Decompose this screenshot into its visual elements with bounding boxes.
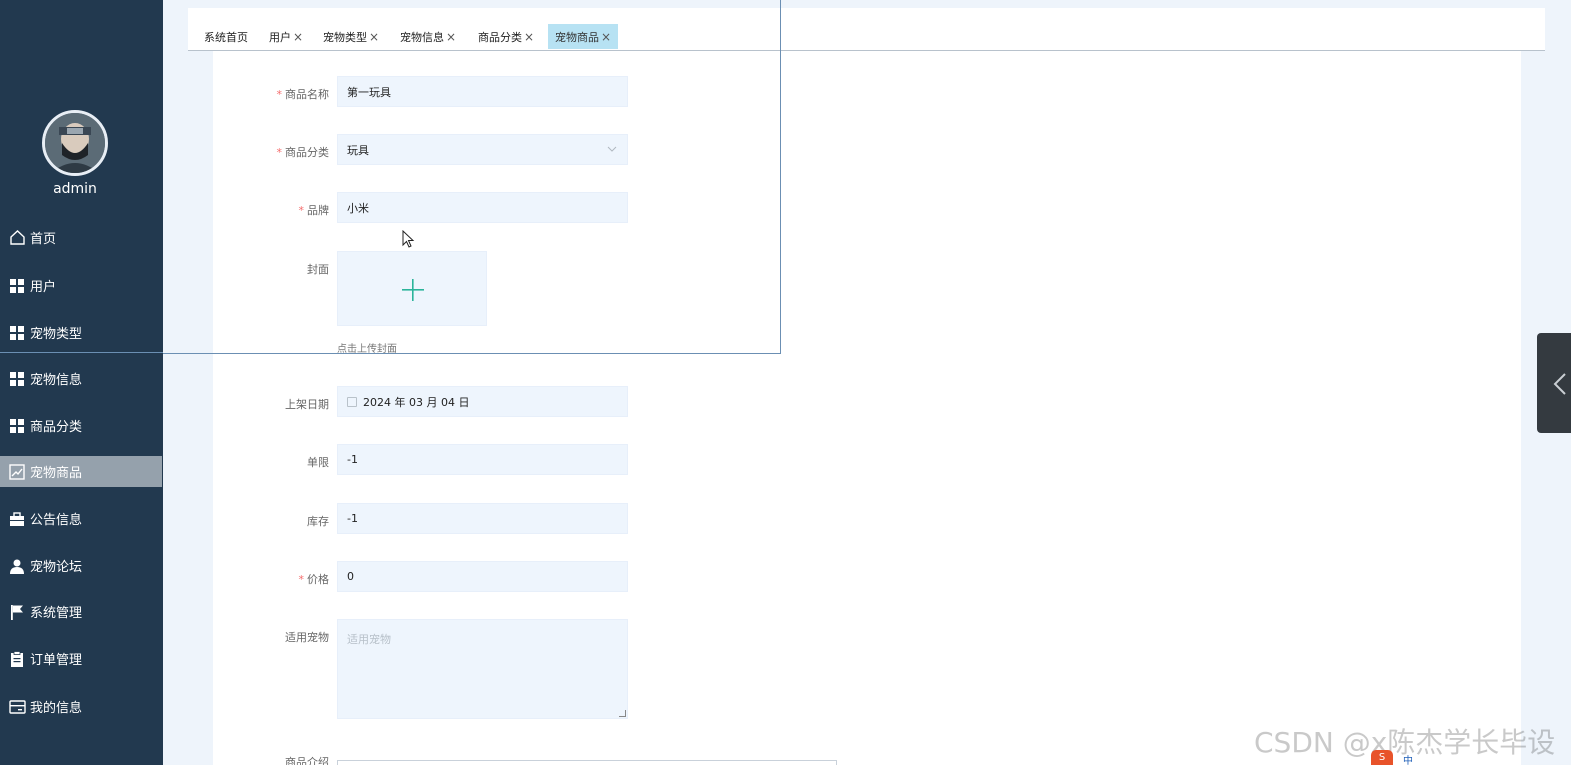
brand-input[interactable]: 小米 — [337, 192, 628, 223]
field-label: * 价格 — [298, 573, 330, 586]
field-label: * 商品分类 — [276, 146, 330, 159]
sidebar-item-label: 首页 — [30, 232, 57, 247]
sidebar: admin 首页 用户 宠物类型 宠物信息 商品分类 宠物商品 公告信息 宠物论… — [0, 0, 163, 765]
tab-pet-info[interactable]: 宠物信息 × — [393, 24, 463, 49]
sidebar-item-label: 宠物信息 — [30, 373, 83, 388]
sidebar-item-label: 宠物论坛 — [30, 560, 83, 575]
chevron-left-icon — [1553, 373, 1566, 395]
cover-upload[interactable] — [337, 251, 487, 326]
avatar[interactable] — [42, 110, 108, 176]
required-mark: * — [276, 146, 283, 159]
field-label: 上架日期 — [285, 398, 329, 411]
chart-icon — [8, 463, 26, 481]
chevron-down-icon — [606, 143, 618, 155]
stock-input[interactable]: -1 — [337, 503, 628, 534]
tab-label: 宠物信息 — [400, 30, 444, 44]
tab-bar: 系统首页 用户 × 宠物类型 × 宠物信息 × 商品分类 × 宠物商品 × — [188, 8, 1545, 51]
tab-label: 商品分类 — [478, 30, 522, 44]
required-mark: * — [276, 88, 283, 101]
briefcase-icon — [8, 510, 26, 528]
screen-selection-edge — [0, 352, 163, 353]
cover-upload-hint: 点击上传封面 — [337, 344, 397, 355]
close-icon[interactable]: × — [601, 30, 611, 44]
tab-product-category[interactable]: 商品分类 × — [471, 24, 541, 49]
product-category-select[interactable]: 玩具 — [337, 134, 628, 165]
flag-icon — [8, 603, 26, 621]
sidebar-item-label: 宠物类型 — [30, 327, 83, 342]
grid-icon — [8, 277, 26, 295]
required-mark: * — [298, 204, 305, 217]
sidebar-item-users[interactable]: 用户 — [0, 270, 163, 301]
listing-date-input[interactable]: 2024 年 03 月 04 日 — [337, 386, 628, 417]
clipboard-icon — [8, 650, 26, 668]
sidebar-item-pet-types[interactable]: 宠物类型 — [0, 317, 163, 348]
tab-home[interactable]: 系统首页 — [197, 24, 255, 49]
product-name-input[interactable]: 第一玩具 — [337, 76, 628, 107]
admin-username: admin — [53, 181, 97, 197]
close-icon[interactable]: × — [446, 30, 456, 44]
tab-pet-types[interactable]: 宠物类型 × — [316, 24, 386, 49]
sidebar-item-home[interactable]: 首页 — [0, 222, 163, 253]
input-method-indicator[interactable]: 中 — [1403, 752, 1413, 765]
sidebar-item-label: 宠物商品 — [30, 466, 83, 481]
system-tray: S 中 — [1371, 750, 1571, 765]
sidebar-item-label: 商品分类 — [30, 420, 83, 435]
sidebar-item-label: 我的信息 — [30, 701, 83, 716]
field-label: * 商品名称 — [276, 88, 330, 101]
price-input[interactable]: 0 — [337, 561, 628, 592]
card-icon — [8, 698, 26, 716]
tab-label: 宠物商品 — [555, 30, 599, 44]
sidebar-item-system[interactable]: 系统管理 — [0, 596, 163, 627]
grid-icon — [8, 324, 26, 342]
tab-label: 宠物类型 — [323, 30, 367, 44]
sidebar-item-label: 公告信息 — [30, 513, 83, 528]
sidebar-item-pet-info[interactable]: 宠物信息 — [0, 363, 163, 394]
product-form-panel: * 商品名称 第一玩具 * 商品分类 玩具 * 品牌 小米 封面 点击上传封面 上架日… — [213, 51, 1521, 765]
close-icon[interactable]: × — [524, 30, 534, 44]
required-mark: * — [298, 573, 305, 586]
mouse-cursor-icon — [402, 230, 415, 248]
sidebar-item-pet-products[interactable]: 宠物商品 — [0, 456, 162, 487]
home-icon — [8, 229, 26, 247]
field-label: * 品牌 — [298, 204, 330, 217]
resize-handle-icon[interactable] — [619, 710, 626, 717]
user-icon — [8, 557, 26, 575]
close-icon[interactable]: × — [293, 30, 303, 44]
grid-icon — [8, 370, 26, 388]
select-value: 玩具 — [347, 143, 369, 157]
tab-label: 系统首页 — [204, 30, 248, 44]
sidebar-item-forum[interactable]: 宠物论坛 — [0, 550, 163, 581]
sidebar-item-orders[interactable]: 订单管理 — [0, 643, 163, 674]
field-label: 单限 — [307, 456, 329, 469]
side-panel-toggle[interactable] — [1537, 333, 1571, 433]
close-icon[interactable]: × — [369, 30, 379, 44]
field-label: 商品介绍 — [285, 756, 329, 765]
field-label: 适用宠物 — [285, 631, 329, 644]
field-label: 库存 — [307, 515, 329, 528]
tab-users[interactable]: 用户 × — [262, 24, 310, 49]
product-intro-editor[interactable] — [337, 760, 837, 765]
sidebar-item-label: 订单管理 — [30, 653, 83, 668]
sidebar-item-product-category[interactable]: 商品分类 — [0, 410, 163, 441]
textarea-placeholder: 适用宠物 — [347, 633, 391, 646]
sidebar-item-label: 系统管理 — [30, 606, 83, 621]
grid-icon — [8, 417, 26, 435]
tab-label: 用户 — [269, 30, 291, 44]
purchase-limit-input[interactable]: -1 — [337, 444, 628, 475]
date-value: 2024 年 03 月 04 日 — [363, 395, 470, 409]
plus-icon — [402, 279, 424, 301]
tab-pet-products[interactable]: 宠物商品 × — [548, 24, 619, 49]
sidebar-item-label: 用户 — [30, 280, 57, 295]
sidebar-item-announcements[interactable]: 公告信息 — [0, 503, 163, 534]
sidebar-item-my-info[interactable]: 我的信息 — [0, 691, 163, 722]
calendar-icon — [347, 396, 357, 407]
field-label: 封面 — [307, 263, 329, 276]
ime-logo-icon[interactable]: S — [1371, 750, 1393, 765]
suitable-pets-textarea[interactable]: 适用宠物 — [337, 619, 628, 719]
